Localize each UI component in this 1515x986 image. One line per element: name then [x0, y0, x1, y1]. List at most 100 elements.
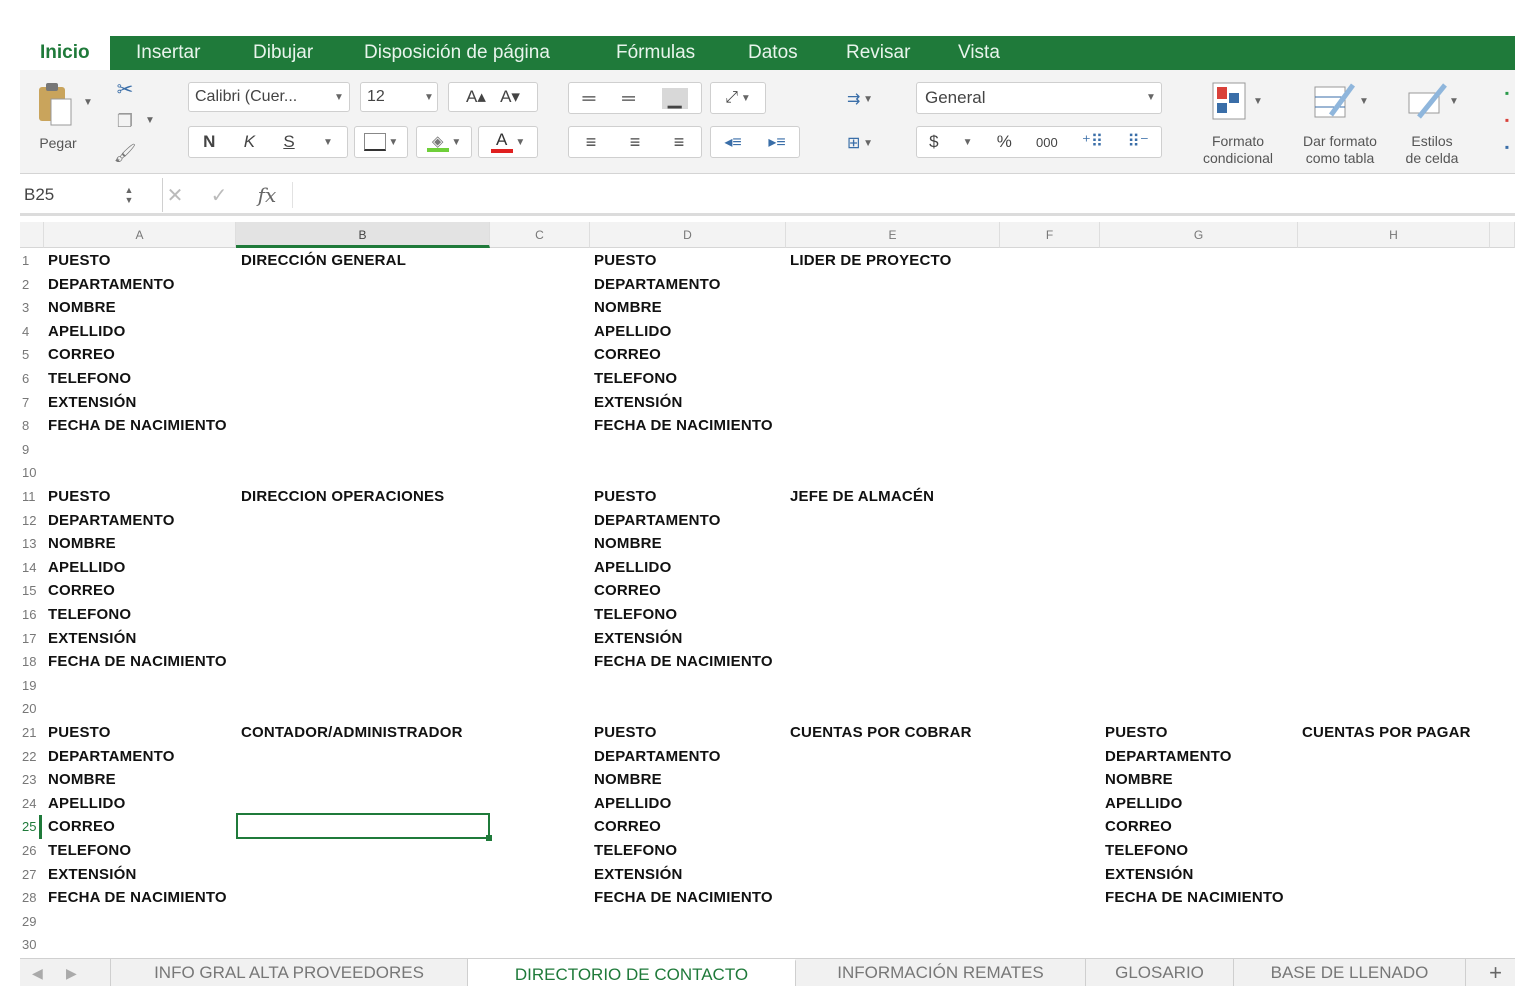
number-format-select[interactable]: General	[916, 82, 1162, 114]
row-header-29[interactable]: 29	[20, 910, 42, 934]
format-as-table-icon[interactable]: ▼	[1300, 76, 1380, 126]
cell-d26[interactable]: TELEFONO	[594, 839, 677, 863]
cell-a5[interactable]: CORREO	[48, 343, 115, 367]
row-header-16[interactable]: 16	[20, 603, 42, 627]
column-header-c[interactable]: C	[490, 222, 590, 248]
grow-font-icon[interactable]: A▴	[466, 87, 486, 107]
align-left-icon[interactable]: ≡	[586, 132, 597, 153]
format-cells-icon[interactable]: ▪	[1505, 140, 1509, 154]
cell-b11[interactable]: DIRECCION OPERACIONES	[241, 485, 444, 509]
delete-cells-icon[interactable]: ▪	[1505, 113, 1509, 127]
cell-d12[interactable]: DEPARTAMENTO	[594, 509, 721, 533]
row-header-28[interactable]: 28	[20, 886, 42, 910]
cell-g22[interactable]: DEPARTAMENTO	[1105, 745, 1232, 769]
row-header-10[interactable]: 10	[20, 461, 42, 485]
row-header-18[interactable]: 18	[20, 650, 42, 674]
row-header-21[interactable]: 21	[20, 721, 42, 745]
row-header-8[interactable]: 8	[20, 414, 42, 438]
name-box-stepper-icon[interactable]: ▲ ▼	[122, 180, 136, 210]
align-center-icon[interactable]: ≡	[630, 132, 641, 153]
sheet-tab-directorio[interactable]: DIRECTORIO DE CONTACTO	[468, 959, 796, 986]
cell-d6[interactable]: TELEFONO	[594, 367, 677, 391]
align-bottom-icon[interactable]: ▁	[661, 87, 688, 109]
format-painter-icon[interactable]: 🖌	[112, 140, 138, 166]
row-header-4[interactable]: 4	[20, 320, 42, 344]
next-sheet-icon[interactable]: ▶	[66, 959, 77, 986]
font-color-button[interactable]: A ▼	[478, 126, 538, 158]
cell-a6[interactable]: TELEFONO	[48, 367, 131, 391]
row-header-1[interactable]: 1	[20, 249, 42, 273]
cell-a27[interactable]: EXTENSIÓN	[48, 863, 136, 887]
thousands-button[interactable]: 000	[1036, 135, 1058, 150]
font-size-chevron-down-icon[interactable]: ▼	[424, 92, 434, 103]
row-header-3[interactable]: 3	[20, 296, 42, 320]
cell-e21[interactable]: CUENTAS POR COBRAR	[790, 721, 972, 745]
tab-dibujar[interactable]: Dibujar	[253, 36, 313, 70]
row-header-19[interactable]: 19	[20, 674, 42, 698]
cell-d14[interactable]: APELLIDO	[594, 556, 671, 580]
row-header-22[interactable]: 22	[20, 745, 42, 769]
fill-color-button[interactable]: ◈ ▼	[416, 126, 472, 158]
row-header-14[interactable]: 14	[20, 556, 42, 580]
cell-a3[interactable]: NOMBRE	[48, 296, 116, 320]
cell-g26[interactable]: TELEFONO	[1105, 839, 1188, 863]
cell-d28[interactable]: FECHA DE NACIMIENTO	[594, 886, 773, 910]
cell-d7[interactable]: EXTENSIÓN	[594, 391, 682, 415]
row-header-13[interactable]: 13	[20, 532, 42, 556]
cell-d13[interactable]: NOMBRE	[594, 532, 662, 556]
column-header-g[interactable]: G	[1100, 222, 1298, 248]
tab-disposicion-pagina[interactable]: Disposición de página	[364, 36, 550, 70]
tab-revisar[interactable]: Revisar	[846, 36, 910, 70]
cell-e11[interactable]: JEFE DE ALMACÉN	[790, 485, 934, 509]
cell-a22[interactable]: DEPARTAMENTO	[48, 745, 175, 769]
tab-insertar[interactable]: Insertar	[136, 36, 200, 70]
cell-a28[interactable]: FECHA DE NACIMIENTO	[48, 886, 227, 910]
row-header-30[interactable]: 30	[20, 933, 42, 957]
decrease-decimal-icon[interactable]: ⠿⁻	[1127, 132, 1148, 152]
row-header-25[interactable]: 25	[20, 815, 42, 839]
underline-button[interactable]: S	[283, 132, 294, 152]
row-header-5[interactable]: 5	[20, 343, 42, 367]
previous-sheet-icon[interactable]: ◀	[32, 959, 43, 986]
copy-chevron-down-icon[interactable]: ▼	[144, 114, 156, 126]
cell-d25[interactable]: CORREO	[594, 815, 661, 839]
cell-a24[interactable]: APELLIDO	[48, 792, 125, 816]
cell-a18[interactable]: FECHA DE NACIMIENTO	[48, 650, 227, 674]
tab-datos[interactable]: Datos	[748, 36, 798, 70]
align-middle-icon[interactable]: ═	[622, 88, 635, 109]
cell-g27[interactable]: EXTENSIÓN	[1105, 863, 1193, 887]
font-name-select[interactable]: Calibri (Cuer...	[188, 82, 350, 112]
decrease-indent-icon[interactable]: ◂≡	[724, 132, 741, 152]
column-header-h[interactable]: H	[1298, 222, 1490, 248]
row-header-24[interactable]: 24	[20, 792, 42, 816]
cell-h21[interactable]: CUENTAS POR PAGAR	[1302, 721, 1471, 745]
add-sheet-button[interactable]: +	[1476, 959, 1515, 986]
cell-a12[interactable]: DEPARTAMENTO	[48, 509, 175, 533]
cell-d4[interactable]: APELLIDO	[594, 320, 671, 344]
underline-chevron-down-icon[interactable]: ▼	[323, 137, 333, 148]
column-header-f[interactable]: F	[1000, 222, 1100, 248]
cell-a7[interactable]: EXTENSIÓN	[48, 391, 136, 415]
insert-function-icon[interactable]: fx	[252, 180, 282, 210]
column-header-e[interactable]: E	[786, 222, 1000, 248]
cell-a26[interactable]: TELEFONO	[48, 839, 131, 863]
cell-g25[interactable]: CORREO	[1105, 815, 1172, 839]
cell-a17[interactable]: EXTENSIÓN	[48, 627, 136, 651]
tab-inicio[interactable]: Inicio	[20, 36, 110, 70]
cell-d8[interactable]: FECHA DE NACIMIENTO	[594, 414, 773, 438]
bold-button[interactable]: N	[203, 132, 215, 152]
cell-a2[interactable]: DEPARTAMENTO	[48, 273, 175, 297]
cell-a15[interactable]: CORREO	[48, 579, 115, 603]
align-right-icon[interactable]: ≡	[674, 132, 685, 153]
cell-g24[interactable]: APELLIDO	[1105, 792, 1182, 816]
cell-g21[interactable]: PUESTO	[1105, 721, 1168, 745]
cell-a13[interactable]: NOMBRE	[48, 532, 116, 556]
cut-icon[interactable]: ✂	[112, 76, 138, 102]
sheet-tab-informacion-remates[interactable]: INFORMACIÓN REMATES	[796, 959, 1086, 986]
cell-d5[interactable]: CORREO	[594, 343, 661, 367]
cell-d1[interactable]: PUESTO	[594, 249, 657, 273]
sheet-tab-base-llenado[interactable]: BASE DE LLENADO	[1234, 959, 1466, 986]
cell-a16[interactable]: TELEFONO	[48, 603, 131, 627]
formula-input[interactable]	[300, 180, 1500, 210]
cell-a14[interactable]: APELLIDO	[48, 556, 125, 580]
